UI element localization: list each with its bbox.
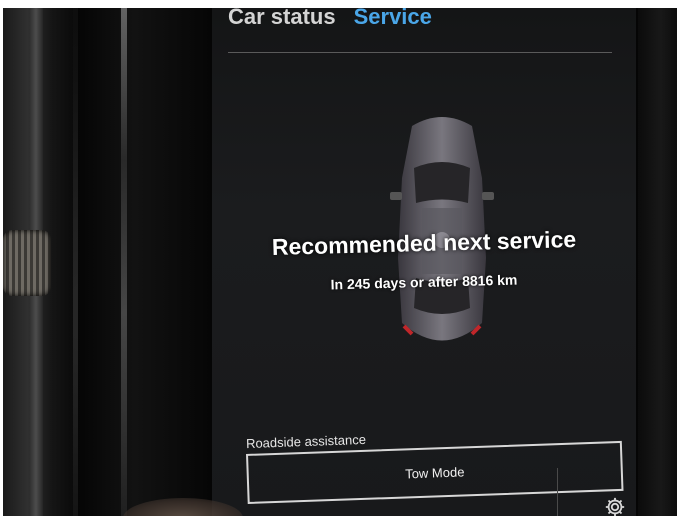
service-headline: Recommended next service [271, 226, 577, 260]
tab-service[interactable]: Service [354, 8, 432, 30]
tow-mode-button[interactable]: Tow Mode [246, 440, 624, 504]
right-frame [636, 8, 677, 516]
vent-knob [3, 230, 51, 296]
screen-bezel [78, 8, 218, 516]
bezel-reflection [121, 8, 127, 516]
tab-divider [228, 52, 612, 53]
bottom-bar-separator [557, 468, 558, 516]
photo-frame: Car status Service Recommended next serv… [3, 8, 677, 516]
infotainment-screen: Car status Service Recommended next serv… [212, 8, 636, 516]
tab-bar: Car status Service [228, 8, 432, 30]
tow-mode-label: Tow Mode [404, 463, 465, 481]
gear-icon[interactable] [604, 496, 626, 516]
roadside-assistance-label: Roadside assistance [245, 431, 367, 452]
tab-car-status[interactable]: Car status [228, 8, 336, 30]
